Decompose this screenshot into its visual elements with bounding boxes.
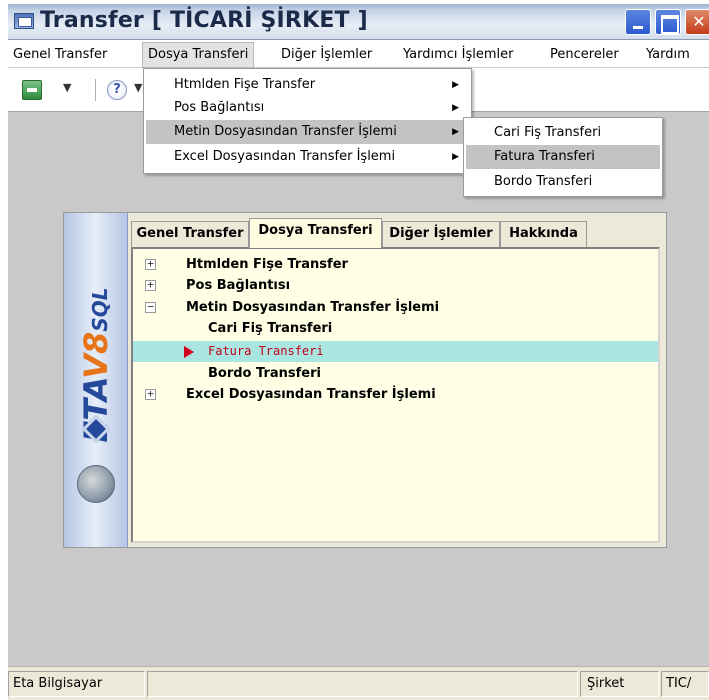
help-dropdown-arrow[interactable]: ▼ (134, 81, 142, 94)
dosya-transferi-menu: Htmlden Fişe Transfer ▶ Pos Bağlantısı ▶… (143, 68, 472, 174)
expand-icon[interactable]: + (145, 279, 156, 291)
status-value: TIC/ (661, 671, 709, 697)
close-icon: ✕ (692, 12, 706, 31)
exit-dropdown-arrow[interactable]: ▼ (63, 81, 71, 94)
tree-node-bordo[interactable]: Bordo Transferi (133, 363, 658, 384)
status-empty-panel (147, 671, 578, 697)
metin-transfer-submenu: Cari Fiş Transferi Fatura Transferi Bord… (463, 117, 663, 197)
close-button[interactable]: ✕ (685, 9, 709, 35)
transfer-tree: + Htmlden Fişe Transfer + Pos Bağlantısı… (131, 247, 660, 543)
expand-icon[interactable]: + (145, 388, 156, 400)
tab-diger-islemler[interactable]: Diğer İşlemler (382, 221, 500, 247)
status-company: Eta Bilgisayar (8, 671, 145, 697)
collapse-icon[interactable]: − (145, 301, 156, 313)
minimize-button[interactable] (625, 9, 651, 35)
submenu-arrow-icon: ▶ (452, 127, 459, 137)
status-label: Şirket (580, 671, 659, 697)
globe-clock-icon (77, 465, 115, 503)
tab-hakkinda[interactable]: Hakkında (500, 221, 587, 247)
menu-dosya-transferi[interactable]: Dosya Transferi (142, 42, 255, 68)
tree-node-fatura[interactable]: Fatura Transferi (133, 341, 658, 362)
menu-item-excel[interactable]: Excel Dosyasından Transfer İşlemi ▶ (146, 145, 469, 169)
submenu-arrow-icon: ▶ (452, 152, 459, 162)
tab-dosya-transferi[interactable]: Dosya Transferi (249, 218, 382, 248)
help-icon[interactable]: ? (107, 80, 127, 100)
menu-bar: Genel Transfer Dosya Transferi Diğer İşl… (8, 42, 709, 68)
tree-node-excel[interactable]: + Excel Dosyasından Transfer İşlemi (133, 384, 658, 405)
window-title: Transfer [ TİCARİ ŞİRKET ] (40, 8, 368, 33)
status-bar: Eta Bilgisayar Şirket TIC/ (8, 666, 709, 700)
menu-yardim[interactable]: Yardım (641, 42, 695, 68)
tree-node-pos[interactable]: + Pos Bağlantısı (133, 275, 658, 296)
title-bar[interactable]: Transfer [ TİCARİ ŞİRKET ] ✕ (8, 4, 709, 40)
expand-icon[interactable]: + (145, 258, 156, 270)
menu-item-pos[interactable]: Pos Bağlantısı ▶ (146, 96, 469, 120)
maximize-button[interactable] (655, 9, 681, 35)
tree-node-htmlden[interactable]: + Htmlden Fişe Transfer (133, 254, 658, 275)
submenu-fatura[interactable]: Fatura Transferi (466, 145, 660, 169)
selected-arrow-icon (184, 346, 194, 358)
exit-icon[interactable] (22, 80, 42, 100)
menu-pencereler[interactable]: Pencereler (545, 42, 624, 68)
eta-logo-panel: ETAV8SQL (64, 213, 128, 547)
submenu-arrow-icon: ▶ (452, 103, 459, 113)
menu-genel-transfer[interactable]: Genel Transfer (8, 42, 112, 68)
submenu-arrow-icon: ▶ (452, 80, 459, 90)
transfer-panel: ETAV8SQL Genel Transfer Dosya Transferi … (63, 212, 667, 548)
submenu-cari-fis[interactable]: Cari Fiş Transferi (466, 121, 660, 145)
toolbar-separator (95, 79, 96, 101)
tree-node-cari-fis[interactable]: Cari Fiş Transferi (133, 318, 658, 339)
app-icon[interactable] (14, 13, 34, 29)
tree-node-metin[interactable]: − Metin Dosyasından Transfer İşlemi (133, 297, 658, 318)
menu-yardimci-islemler[interactable]: Yardımcı İşlemler (398, 42, 519, 68)
tab-genel-transfer[interactable]: Genel Transfer (131, 221, 249, 247)
menu-item-metin[interactable]: Metin Dosyasından Transfer İşlemi ▶ (146, 120, 469, 144)
submenu-bordo[interactable]: Bordo Transferi (466, 170, 660, 194)
menu-item-htmlden[interactable]: Htmlden Fişe Transfer ▶ (146, 73, 469, 97)
menu-diger-islemler[interactable]: Diğer İşlemler (276, 42, 377, 68)
